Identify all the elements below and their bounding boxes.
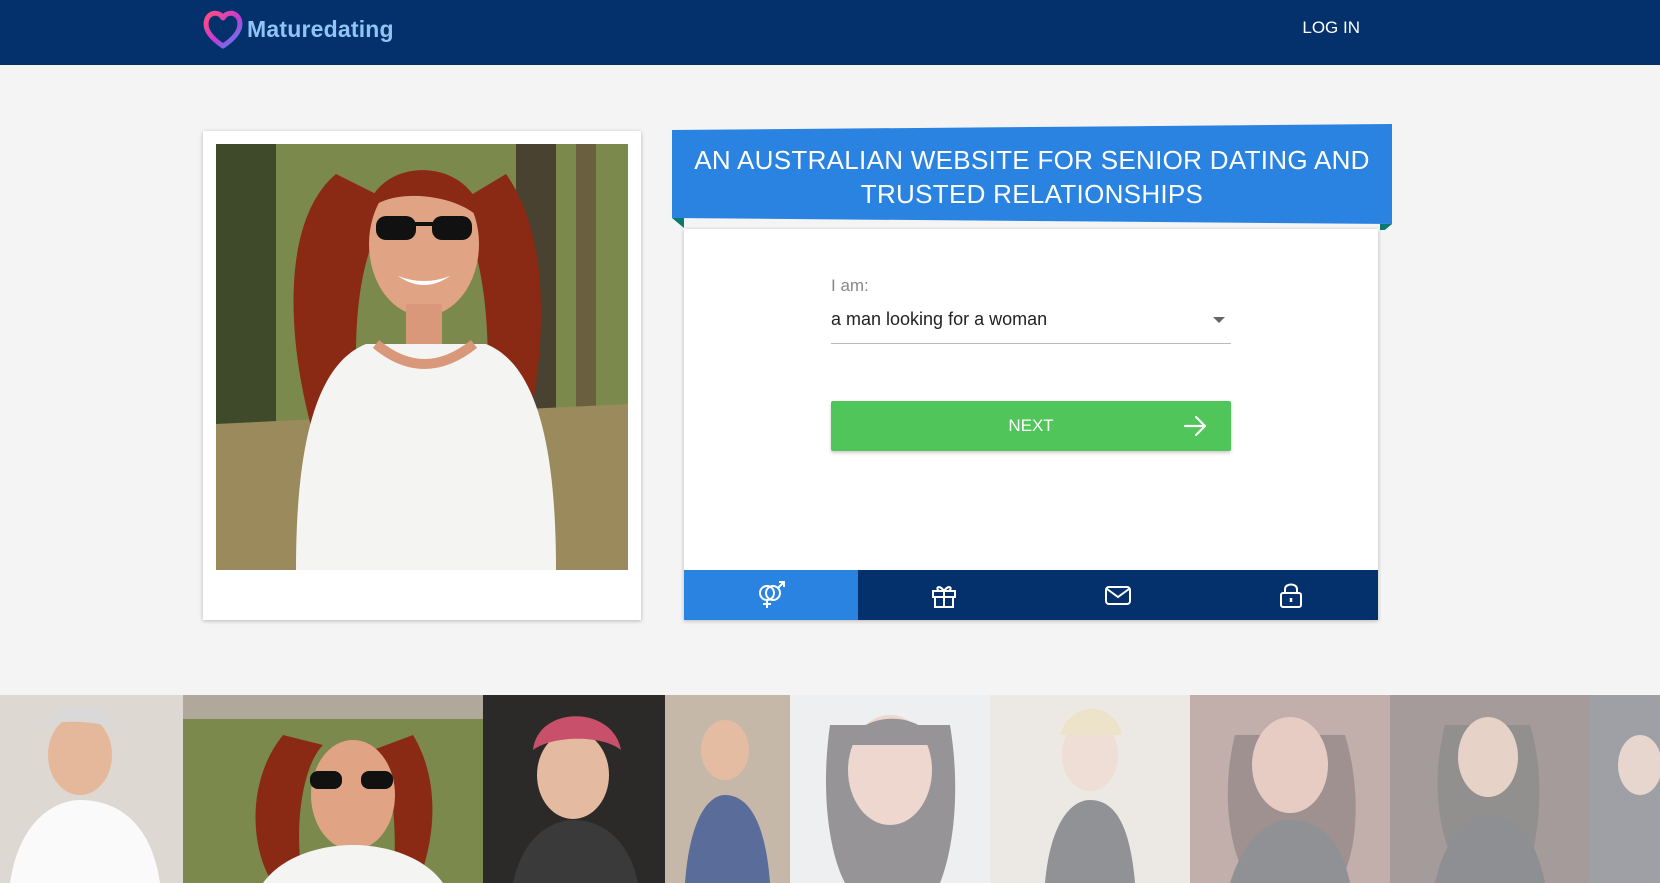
chevron-down-icon	[1213, 317, 1225, 323]
next-button-label: NEXT	[1008, 416, 1054, 435]
gallery-photo	[665, 695, 790, 883]
login-link[interactable]: LOG IN	[1302, 18, 1360, 38]
gallery-photo	[0, 695, 183, 883]
member-photo-gallery	[0, 695, 1660, 883]
heart-logo-icon	[203, 10, 243, 49]
profile-photo-card	[203, 131, 641, 620]
profile-photo	[216, 144, 628, 570]
brand-name: Maturedating	[247, 15, 394, 42]
seeking-select-value: a man looking for a woman	[831, 309, 1048, 329]
site-logo[interactable]: Maturedating	[202, 8, 394, 50]
gift-icon	[932, 586, 957, 608]
next-button[interactable]: NEXT	[831, 401, 1231, 451]
step-security[interactable]	[1205, 570, 1379, 620]
step-gender[interactable]	[684, 570, 858, 620]
seeking-select[interactable]: a man looking for a woman	[831, 303, 1231, 344]
gallery-fade-overlay	[790, 695, 1660, 883]
top-navigation-bar: Maturedating LOG IN	[0, 0, 1660, 65]
gallery-photo	[483, 695, 665, 883]
step-message[interactable]	[1031, 570, 1205, 620]
seeking-label: I am:	[831, 276, 869, 295]
lock-icon	[1280, 583, 1303, 608]
signup-steps	[684, 570, 1378, 620]
gender-icon	[758, 581, 785, 608]
arrow-right-icon	[1183, 415, 1207, 437]
envelope-icon	[1104, 586, 1131, 605]
headline: AN AUSTRALIAN WEBSITE FOR SENIOR DATING …	[694, 145, 1370, 209]
gallery-photo	[183, 695, 483, 883]
step-gift[interactable]	[858, 570, 1032, 620]
